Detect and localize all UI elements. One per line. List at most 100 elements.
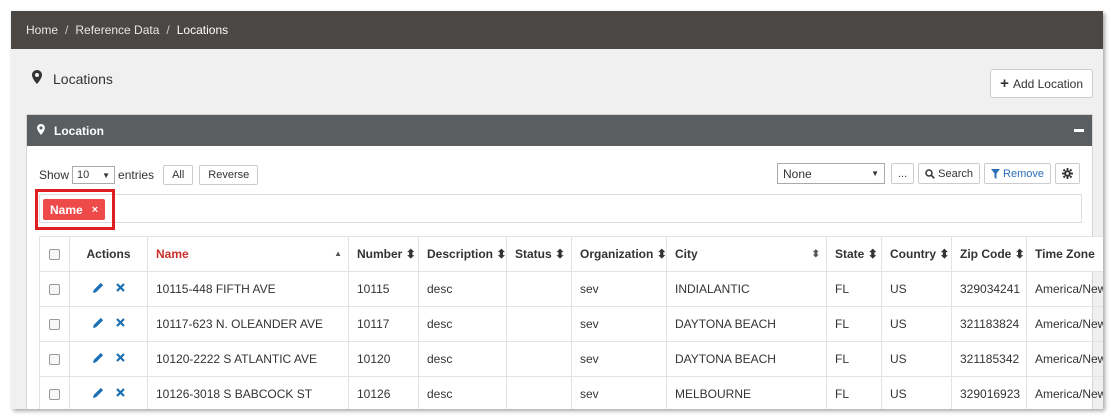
delete-icon[interactable] (115, 283, 125, 292)
cell-state: FL (826, 376, 882, 409)
header-number[interactable]: Number ⬍ (348, 236, 419, 272)
cell-organization: sev (571, 271, 667, 307)
row-checkbox[interactable] (49, 284, 60, 296)
caret-down-icon: ▼ (102, 170, 111, 180)
cell-description: desc (418, 341, 507, 377)
cell-name: 10117-623 N. OLEANDER AVE (147, 306, 349, 342)
cell-number: 10117 (348, 306, 419, 342)
row-checkbox-cell[interactable] (39, 376, 70, 409)
header-state[interactable]: State ⬍ (826, 236, 882, 272)
row-actions (69, 376, 148, 409)
location-panel: Location Show 10 ▼ entries All Reverse N… (26, 114, 1103, 409)
all-button[interactable]: All (163, 165, 194, 185)
row-checkbox-cell[interactable] (39, 306, 70, 342)
breadcrumb-current: Locations (176, 23, 229, 37)
header-organization[interactable]: Organization ⬍ (571, 236, 667, 272)
cell-name: 10115-448 FIFTH AVE (147, 271, 349, 307)
map-marker-icon (37, 123, 45, 138)
cell-state: FL (826, 341, 882, 377)
select-all-checkbox-cell[interactable] (39, 236, 70, 272)
cell-city: MELBOURNE (666, 376, 827, 409)
page-length-select[interactable]: 10 ▼ (72, 166, 116, 184)
cell-state: FL (826, 306, 882, 342)
search-button[interactable]: Search (918, 163, 981, 184)
header-city[interactable]: City ⬍ (666, 236, 827, 272)
cell-description: desc (418, 306, 507, 342)
breadcrumb-separator: / (166, 23, 170, 37)
page-title-text: Locations (53, 70, 113, 87)
breadcrumb-separator: / (65, 23, 69, 37)
collapse-icon[interactable] (1074, 129, 1084, 132)
table-row: 10120-2222 S ATLANTIC AVE 10120 desc sev… (39, 341, 1103, 377)
filter-controls: None ▼ ... Search Remove (777, 163, 1080, 184)
cell-zip: 321185342 (951, 341, 1027, 377)
sort-icon: ⬍ (656, 247, 667, 261)
filter-field-select[interactable]: None ▼ (777, 163, 885, 184)
cell-status (506, 376, 572, 409)
active-filters-bar (39, 194, 1082, 223)
row-checkbox[interactable] (49, 319, 60, 331)
show-label: Show (39, 168, 70, 182)
header-status[interactable]: Status ⬍ (506, 236, 572, 272)
header-name-label: Name (156, 247, 189, 261)
edit-icon[interactable] (92, 352, 104, 363)
header-zip-code[interactable]: Zip Code ⬍ (951, 236, 1027, 272)
close-icon[interactable]: × (92, 204, 98, 216)
breadcrumb-home[interactable]: Home (26, 23, 58, 37)
header-state-label: State (835, 247, 865, 261)
sort-icon: ⬍ (496, 247, 507, 261)
sort-icon: ⬍ (811, 249, 820, 260)
breadcrumb-reference-data[interactable]: Reference Data (75, 23, 159, 37)
remove-filter-button[interactable]: Remove (984, 163, 1051, 184)
reverse-button[interactable]: Reverse (199, 165, 259, 185)
ellipsis-button[interactable]: ... (891, 163, 915, 184)
delete-icon[interactable] (115, 388, 125, 397)
cell-time-zone: America/New_York (1026, 306, 1103, 342)
cell-state: FL (826, 271, 882, 307)
cell-status (506, 306, 572, 342)
page-length-value: 10 (77, 169, 90, 181)
cell-description: desc (418, 271, 507, 307)
sort-icon: ⬍ (1014, 247, 1025, 261)
header-country-label: Country (890, 247, 936, 261)
delete-icon[interactable] (115, 353, 125, 362)
cell-country: US (881, 306, 952, 342)
header-status-label: Status (515, 247, 552, 261)
row-actions (69, 306, 148, 342)
header-description[interactable]: Description ⬍ (418, 236, 507, 272)
select-all-checkbox[interactable] (49, 249, 60, 261)
cell-status (506, 341, 572, 377)
search-icon (925, 168, 936, 179)
sort-asc-icon: ▲ (334, 249, 342, 258)
header-description-label: Description (427, 247, 494, 261)
cell-number: 10126 (348, 376, 419, 409)
row-checkbox-cell[interactable] (39, 341, 70, 377)
edit-icon[interactable] (92, 317, 104, 328)
header-name[interactable]: Name ▲ (147, 236, 349, 272)
app-window: Home / Reference Data / Locations Locati… (11, 11, 1103, 409)
cell-zip: 329034241 (951, 271, 1027, 307)
cell-country: US (881, 341, 952, 377)
name-filter-chip[interactable]: Name × (43, 199, 106, 220)
settings-button[interactable] (1055, 163, 1080, 184)
row-checkbox[interactable] (49, 354, 60, 366)
cell-organization: sev (571, 376, 667, 409)
add-location-button[interactable]: + Add Location (990, 69, 1093, 98)
sort-icon: ⬍ (939, 247, 950, 261)
gear-icon (1062, 168, 1073, 179)
header-zip-code-label: Zip Code (960, 247, 1012, 261)
row-checkbox[interactable] (49, 389, 60, 401)
cell-name: 10126-3018 S BABCOCK ST (147, 376, 349, 409)
header-time-zone[interactable]: Time Zone (1026, 236, 1103, 272)
breadcrumb: Home / Reference Data / Locations (11, 11, 1103, 49)
edit-icon[interactable] (92, 387, 104, 398)
panel-header: Location (27, 115, 1092, 146)
header-country[interactable]: Country ⬍ (881, 236, 952, 272)
edit-icon[interactable] (92, 282, 104, 293)
delete-icon[interactable] (115, 318, 125, 327)
table-row: 10115-448 FIFTH AVE 10115 desc sev INDIA… (39, 271, 1103, 307)
caret-down-icon: ▼ (871, 169, 879, 178)
cell-time-zone: America/New_York (1026, 341, 1103, 377)
row-checkbox-cell[interactable] (39, 271, 70, 307)
sort-icon: ⬍ (555, 247, 566, 261)
